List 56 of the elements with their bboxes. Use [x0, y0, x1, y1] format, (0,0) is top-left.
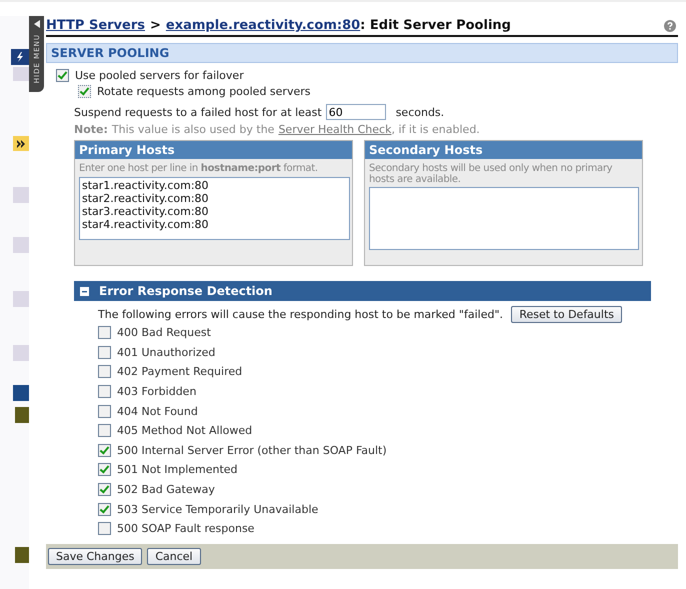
- checkbox-label: Use pooled servers for failover: [75, 69, 244, 82]
- description-text: The following errors will cause the responding host to be marked "failed".: [98, 308, 504, 321]
- checkbox[interactable]: [98, 463, 111, 476]
- seconds-field[interactable]: 60: [326, 104, 386, 120]
- page-title: : Edit Server Pooling: [360, 18, 511, 33]
- checkbox[interactable]: [98, 444, 111, 457]
- checkbox[interactable]: [98, 502, 111, 516]
- secondary-hosts-field[interactable]: [369, 187, 639, 250]
- checkbox[interactable]: [98, 483, 111, 496]
- form-button[interactable]: Cancel: [147, 548, 201, 565]
- breadcrumb-link[interactable]: example.reactivity.com:80: [166, 18, 360, 33]
- reset-button[interactable]: Reset to Defaults: [511, 306, 622, 323]
- section-header: SERVER POOLING: [46, 43, 678, 63]
- checkbox[interactable]: [98, 326, 111, 340]
- checkbox[interactable]: [98, 522, 111, 536]
- double-chevron-icon: [16, 140, 26, 148]
- checkbox[interactable]: [56, 69, 69, 82]
- checkbox-label: 405 Method Not Allowed: [117, 424, 252, 438]
- checkbox[interactable]: [98, 404, 111, 418]
- section-title: Error Response Detection: [99, 284, 272, 298]
- help-icon[interactable]: [664, 20, 676, 32]
- checkbox-label: 402 Payment Required: [117, 365, 242, 378]
- breadcrumb-link[interactable]: HTTP Servers: [46, 18, 145, 33]
- caret-icon: [34, 20, 40, 28]
- collapse-icon[interactable]: [80, 286, 89, 296]
- checkbox-label: 500 Internal Server Error (other than SOAP Fault): [117, 444, 387, 457]
- primary-hosts-field[interactable]: star1.reactivity.com:80 star2.reactivity.com:80 star3.reactivity.com:80 star4.reactivity.com:80: [79, 177, 350, 240]
- form-button[interactable]: Save Changes: [48, 548, 142, 565]
- checkbox[interactable]: [78, 85, 91, 98]
- menu-item[interactable]: [11, 49, 29, 65]
- checkbox-label: Rotate requests among pooled servers: [97, 85, 310, 98]
- panel-title: Secondary Hosts: [365, 141, 642, 159]
- checkbox-label: 403 Forbidden: [117, 385, 196, 398]
- checkbox-label: 503 Service Temporarily Unavailable: [117, 502, 318, 516]
- checkbox[interactable]: [98, 365, 111, 378]
- checkbox-label: 400 Bad Request: [117, 326, 211, 340]
- suspend-label: Suspend requests to a failed host for at least: [74, 106, 322, 118]
- checkbox-label: 502 Bad Gateway: [117, 483, 215, 496]
- breadcrumb-separator: >: [150, 18, 161, 33]
- checkbox-label: 401 Unauthorized: [117, 346, 216, 359]
- panel-hint: Secondary hosts will be used only when no primary hosts are available.: [368, 162, 614, 187]
- checkbox-label: 404 Not Found: [117, 404, 198, 418]
- expand-menu-button[interactable]: [13, 136, 29, 151]
- lightning-icon: [15, 52, 25, 62]
- seconds-unit: seconds.: [396, 106, 444, 118]
- health-check-link[interactable]: Server Health Check: [278, 123, 392, 136]
- checkbox[interactable]: [98, 385, 111, 398]
- checkbox[interactable]: [98, 346, 111, 359]
- note-text: This value is also used by the: [112, 123, 274, 136]
- checkbox-label: 500 SOAP Fault response: [117, 522, 254, 536]
- panel-title: Primary Hosts: [75, 141, 352, 159]
- panel-hint: Enter one host per line in hostname:port format.: [78, 162, 319, 176]
- note-text: , if it is enabled.: [391, 123, 480, 136]
- note-label: Note:: [74, 123, 108, 136]
- checkbox[interactable]: [98, 424, 111, 438]
- checkbox-label: 501 Not Implemented: [117, 463, 238, 476]
